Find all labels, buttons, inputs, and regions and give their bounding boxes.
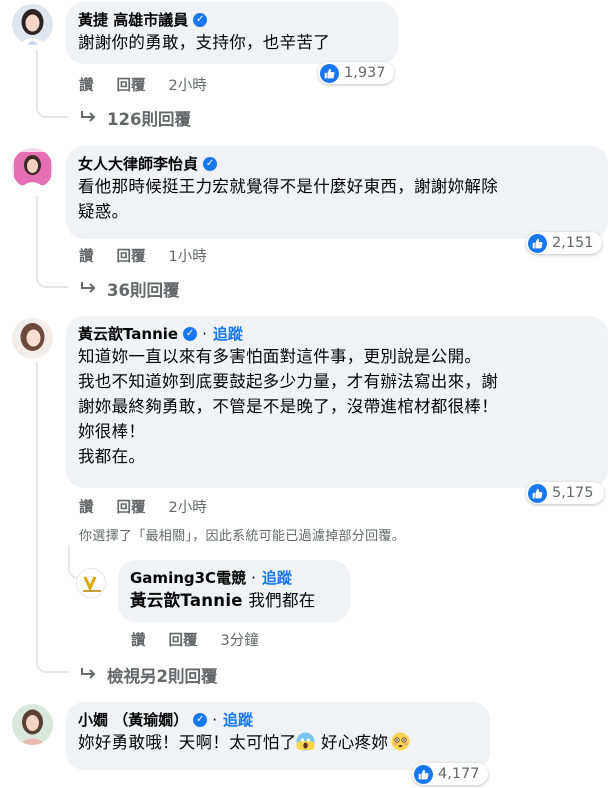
like-button[interactable]: 讚: [79, 74, 94, 95]
thread-line: [36, 655, 68, 673]
reaction-count[interactable]: 2,151: [526, 232, 602, 254]
comment-text: 謝謝你的勇敢，支持你，也辛苦了: [78, 33, 330, 52]
avatar[interactable]: [12, 148, 53, 189]
comment-author[interactable]: 黃云歆Tannie: [78, 324, 178, 344]
comment-timestamp[interactable]: 1小時: [169, 245, 207, 266]
verified-badge-icon: ✓: [183, 327, 198, 341]
reaction-count[interactable]: 1,937: [318, 62, 394, 84]
like-reaction-icon: [528, 483, 547, 503]
verified-badge-icon: ✓: [193, 13, 208, 27]
like-button[interactable]: 讚: [131, 629, 146, 650]
comment-author[interactable]: 女人大律師李怡貞: [78, 154, 198, 174]
comment-text: 知道妳一直以來有多害怕面對這件事，更別說是公開。 我也不知道妳到底要鼓起多少力量…: [78, 347, 498, 466]
reply-author[interactable]: Gaming3C電競: [130, 568, 246, 588]
reply-arrow-icon: [80, 109, 97, 128]
like-reaction-icon: [320, 63, 339, 83]
comment-author[interactable]: 小嫺 （黃瑜嫺）: [78, 710, 188, 730]
reply-bubble: Gaming3C電競 · 追蹤 黃云歆Tannie 我們都在: [118, 560, 350, 622]
mention-link[interactable]: 黃云歆Tannie: [130, 591, 243, 610]
reply-button[interactable]: 回覆: [117, 496, 146, 517]
comment-bubble: 黃捷 高雄市議員 ✓ 謝謝你的勇敢，支持你，也辛苦了: [66, 2, 398, 64]
view-more-replies-label: 檢視另2則回覆: [107, 667, 218, 686]
comment-text: 看他那時候挺王力宏就覺得不是什麼好東西，謝謝妳解除 疑惑。: [78, 177, 498, 221]
like-reaction-icon: [528, 233, 547, 253]
view-replies-button[interactable]: 126則回覆: [80, 106, 191, 130]
follow-button[interactable]: 追蹤: [223, 710, 253, 730]
filter-notice: 你選擇了「最相關」，因此系統可能已過濾掉部分回覆。: [79, 529, 406, 544]
thread-line: [36, 362, 38, 660]
follow-button[interactable]: 追蹤: [213, 324, 243, 344]
reaction-count[interactable]: 5,175: [526, 482, 604, 504]
comment-timestamp[interactable]: 2小時: [169, 496, 207, 517]
reaction-count[interactable]: 4,177: [412, 763, 488, 785]
thread-line: [36, 270, 68, 288]
avatar[interactable]: [76, 568, 106, 598]
follow-button[interactable]: 追蹤: [262, 568, 292, 588]
thread-line: [36, 196, 38, 274]
view-replies-button[interactable]: 36則回覆: [80, 277, 179, 301]
comment-text: 妳好勇敢哦！天啊！太可怕了: [78, 733, 297, 752]
view-replies-label: 126則回覆: [107, 110, 191, 129]
comment-bubble: 小嫺 （黃瑜嫺） ✓ · 追蹤 妳好勇敢哦！天啊！太可怕了 好心疼妳: [66, 702, 490, 770]
avatar[interactable]: [12, 4, 53, 45]
verified-badge-icon: ✓: [203, 157, 218, 171]
avatar[interactable]: [12, 704, 53, 745]
thread-line: [36, 100, 68, 118]
comment-text: 好心疼妳: [315, 733, 389, 752]
comment-bubble: 黃云歆Tannie ✓ · 追蹤 知道妳一直以來有多害怕面對這件事，更別說是公開…: [66, 316, 608, 488]
like-reaction-icon: [414, 764, 433, 784]
like-button[interactable]: 讚: [79, 496, 94, 517]
reply-button[interactable]: 回覆: [169, 629, 198, 650]
reply-arrow-icon: [80, 666, 97, 685]
flushed-face-emoji-icon: [391, 732, 410, 751]
reply-button[interactable]: 回覆: [117, 74, 146, 95]
reply-button[interactable]: 回覆: [117, 245, 146, 266]
like-button[interactable]: 讚: [79, 245, 94, 266]
reply-text: 我們都在: [242, 591, 316, 610]
thread-line: [36, 50, 38, 104]
comment-timestamp[interactable]: 3分鐘: [221, 629, 259, 650]
screaming-face-emoji-icon: [296, 732, 315, 751]
view-replies-label: 36則回覆: [107, 281, 180, 300]
reply-arrow-icon: [80, 280, 97, 299]
avatar[interactable]: [12, 318, 53, 359]
comment-author[interactable]: 黃捷 高雄市議員: [78, 10, 188, 30]
comment-bubble: 女人大律師李怡貞 ✓ 看他那時候挺王力宏就覺得不是什麼好東西，謝謝妳解除 疑惑。: [66, 146, 608, 239]
view-more-replies-button[interactable]: 檢視另2則回覆: [80, 663, 217, 687]
comment-timestamp[interactable]: 2小時: [169, 74, 207, 95]
verified-badge-icon: ✓: [193, 713, 208, 727]
